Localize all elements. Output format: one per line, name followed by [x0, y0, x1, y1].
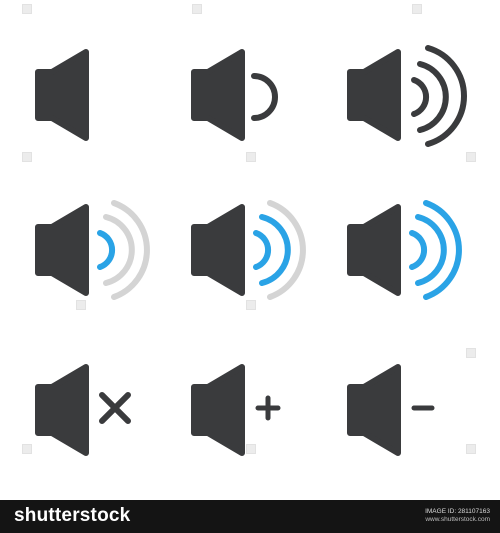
brand-logo: shutterstock [14, 505, 131, 526]
watermark-mark [22, 444, 32, 454]
speaker-high-icon [342, 40, 482, 150]
speaker-low-icon [186, 40, 326, 150]
speaker-volume-down-icon [342, 355, 482, 465]
speaker-level-3-icon [342, 195, 482, 305]
watermark-mark [22, 4, 32, 14]
speaker-muted-icon [30, 40, 170, 150]
footer-bar: shutterstock IMAGE ID: 281107163 www.shu… [0, 500, 500, 533]
watermark-mark [246, 300, 256, 310]
image-id-text: IMAGE ID: 281107163 [425, 508, 490, 515]
watermark-mark [22, 152, 32, 162]
speaker-level-2-icon [186, 195, 326, 305]
watermark-mark [246, 152, 256, 162]
watermark-mark [192, 4, 202, 14]
speaker-mute-x-icon [30, 355, 170, 465]
site-url-text: www.shutterstock.com [425, 516, 490, 523]
watermark-mark [412, 4, 422, 14]
watermark-mark [466, 152, 476, 162]
watermark-mark [466, 444, 476, 454]
watermark-mark [246, 444, 256, 454]
image-id-block: IMAGE ID: 281107163 www.shutterstock.com [425, 508, 490, 524]
watermark-mark [466, 348, 476, 358]
icon-sheet: shutterstock IMAGE ID: 281107163 www.shu… [0, 0, 500, 533]
speaker-level-1-icon [30, 195, 170, 305]
watermark-mark [76, 300, 86, 310]
speaker-volume-up-icon [186, 355, 326, 465]
